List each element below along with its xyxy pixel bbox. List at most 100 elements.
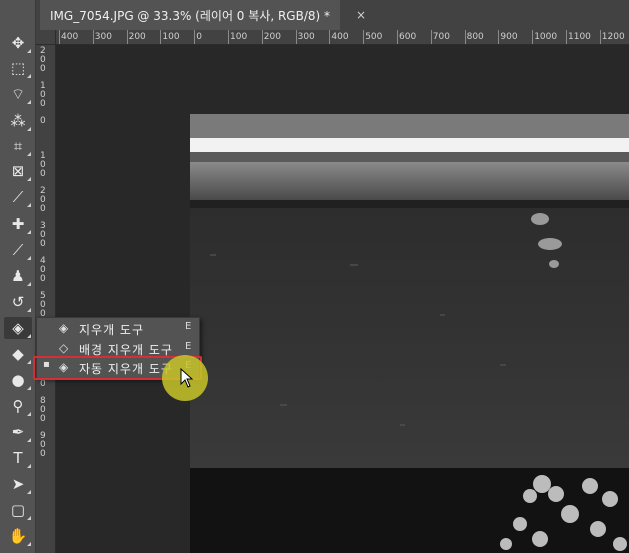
hand-icon: ✋ bbox=[8, 526, 28, 545]
tool-group-indicator-icon bbox=[27, 360, 31, 364]
eraser-tool-button[interactable]: ◈ bbox=[4, 317, 32, 339]
marquee-tool-button[interactable]: ⬚ bbox=[4, 57, 32, 79]
horizontal-ruler[interactable]: 400 300 200 100 0 100 200 300 400 500 600 700 800 900… bbox=[56, 30, 629, 45]
history-brush-icon: ↺ bbox=[11, 292, 25, 311]
ruler-tick bbox=[126, 30, 128, 44]
brush-tool-button[interactable]: ⟋ bbox=[4, 239, 32, 261]
ruler-label: 2 0 0 bbox=[40, 46, 46, 74]
tool-group-indicator-icon bbox=[27, 177, 31, 181]
ruler-label: 8 0 0 bbox=[40, 396, 46, 424]
tool-group-indicator-icon bbox=[27, 412, 31, 416]
eyedropper-tool-button[interactable]: ⟋ bbox=[4, 186, 32, 208]
eraser-icon: ◈ bbox=[12, 318, 24, 337]
flyout-item-background-eraser[interactable]: ◇ 배경 지우개 도구 E bbox=[37, 339, 201, 358]
ruler-label: 1100 bbox=[568, 32, 591, 42]
vertical-ruler[interactable]: 2 0 01 0 001 0 02 0 03 0 04 0 05 0 06 0 … bbox=[36, 45, 56, 553]
history-brush-tool-button[interactable]: ↺ bbox=[4, 291, 32, 313]
tool-group-indicator-icon bbox=[27, 282, 31, 286]
pen-tool-button[interactable]: ✒ bbox=[4, 421, 32, 443]
document-image[interactable] bbox=[190, 114, 629, 553]
tool-group-indicator-icon bbox=[27, 74, 31, 78]
tool-group-indicator-icon bbox=[27, 49, 31, 53]
ruler-tick bbox=[397, 30, 398, 44]
tool-group-indicator-icon bbox=[27, 542, 31, 546]
type-tool-button[interactable]: T bbox=[4, 447, 32, 469]
paint-bucket-icon: ◆ bbox=[12, 344, 24, 363]
paint-bucket-tool-button[interactable]: ◆ bbox=[4, 343, 32, 365]
background-eraser-icon: ◇ bbox=[59, 340, 69, 355]
frame-icon: ⊠ bbox=[11, 161, 25, 180]
tools-panel: ✥ ⬚ ⌔ ⁂ ⌗ ⊠ ⟋ ✚ ⟋ ♟ ↺ ◈ ◆ ● ⚲ ✒ T ➤ ▢ ✋ bbox=[0, 0, 36, 553]
crop-icon: ⌗ bbox=[13, 136, 23, 155]
ruler-label: 100 bbox=[230, 32, 248, 42]
ruler-tick bbox=[194, 30, 196, 44]
shape-tool-button[interactable]: ▢ bbox=[4, 499, 32, 521]
tool-group-indicator-icon bbox=[27, 490, 31, 494]
dodge-tool-button[interactable]: ⚲ bbox=[4, 395, 32, 417]
tool-group-indicator-icon bbox=[27, 386, 31, 390]
eyedropper-icon: ⟋ bbox=[12, 187, 24, 206]
move-icon: ✥ bbox=[11, 33, 25, 52]
blur-drop-icon: ● bbox=[11, 370, 25, 389]
ruler-label: 0 bbox=[40, 116, 46, 126]
path-selection-tool-button[interactable]: ➤ bbox=[4, 473, 32, 495]
ruler-label: 300 bbox=[94, 32, 112, 42]
frame-tool-button[interactable]: ⊠ bbox=[4, 160, 32, 182]
ruler-label: 1 0 0 bbox=[40, 81, 46, 109]
ruler-tick bbox=[599, 30, 601, 44]
ruler-tick bbox=[566, 30, 567, 44]
ruler-label: 100 bbox=[162, 32, 180, 42]
ruler-label: 800 bbox=[466, 32, 484, 42]
blur-tool-button[interactable]: ● bbox=[4, 369, 32, 391]
ruler-label: 300 bbox=[297, 32, 315, 42]
ruler-label: 4 0 0 bbox=[40, 256, 46, 284]
hand-tool-button[interactable]: ✋ bbox=[4, 525, 32, 547]
ruler-label: 0 bbox=[196, 32, 202, 42]
ruler-label: 500 bbox=[365, 32, 383, 42]
stamp-tool-button[interactable]: ♟ bbox=[4, 265, 32, 287]
ruler-label: 1200 bbox=[601, 32, 625, 42]
flyout-item-label: 배경 지우개 도구 bbox=[79, 342, 173, 357]
ruler-tick bbox=[532, 30, 534, 44]
close-tab-icon[interactable]: × bbox=[356, 8, 366, 22]
document-tab[interactable]: IMG_7054.JPG @ 33.3% (레이어 0 복사, RGB/8) * bbox=[40, 0, 340, 30]
ruler-label: 5 0 0 bbox=[40, 291, 46, 319]
ruler-label: 700 bbox=[432, 32, 450, 42]
tool-group-indicator-icon bbox=[27, 308, 31, 312]
healing-tool-button[interactable]: ✚ bbox=[4, 213, 32, 235]
ruler-label: 400 bbox=[331, 32, 349, 42]
ruler-tick bbox=[59, 30, 60, 44]
rect-marquee-icon: ⬚ bbox=[10, 58, 26, 77]
mouse-pointer-icon bbox=[180, 368, 194, 388]
ruler-label: 200 bbox=[263, 32, 281, 42]
crop-tool-button[interactable]: ⌗ bbox=[4, 135, 32, 157]
tool-group-indicator-icon bbox=[27, 127, 31, 131]
rounded-rect-icon: ▢ bbox=[10, 500, 26, 519]
ruler-tick bbox=[295, 30, 297, 44]
move-tool-button[interactable]: ✥ bbox=[4, 32, 32, 54]
magic-wand-tool-button[interactable]: ⁂ bbox=[4, 110, 32, 132]
ruler-label: 2 0 0 bbox=[40, 186, 46, 214]
ruler-label: 3 0 0 bbox=[40, 221, 46, 249]
ruler-label: 600 bbox=[399, 32, 417, 42]
ruler-label: 1 0 0 bbox=[40, 151, 46, 179]
eraser-icon: ◈ bbox=[59, 321, 69, 335]
lasso-tool-button[interactable]: ⌔ bbox=[4, 83, 32, 105]
ruler-tick bbox=[430, 30, 432, 44]
ruler-label: 9 0 0 bbox=[40, 431, 46, 459]
ruler-label: 1000 bbox=[534, 32, 558, 42]
dodge-icon: ⚲ bbox=[12, 396, 24, 415]
flyout-item-eraser[interactable]: ◈ 지우개 도구 E bbox=[37, 319, 201, 338]
path-select-icon: ➤ bbox=[11, 474, 25, 493]
ruler-corner[interactable] bbox=[36, 30, 56, 45]
ruler-label: 900 bbox=[500, 32, 518, 42]
tool-group-indicator-icon bbox=[27, 230, 31, 234]
tool-group-indicator-icon bbox=[27, 152, 31, 156]
tool-group-indicator-icon bbox=[27, 464, 31, 468]
tool-group-indicator-icon bbox=[27, 516, 31, 520]
photo-content bbox=[190, 114, 629, 553]
clone-stamp-icon: ♟ bbox=[11, 266, 25, 285]
ruler-tick bbox=[498, 30, 500, 44]
ruler-tick bbox=[261, 30, 263, 44]
ruler-label: 400 bbox=[61, 32, 79, 42]
